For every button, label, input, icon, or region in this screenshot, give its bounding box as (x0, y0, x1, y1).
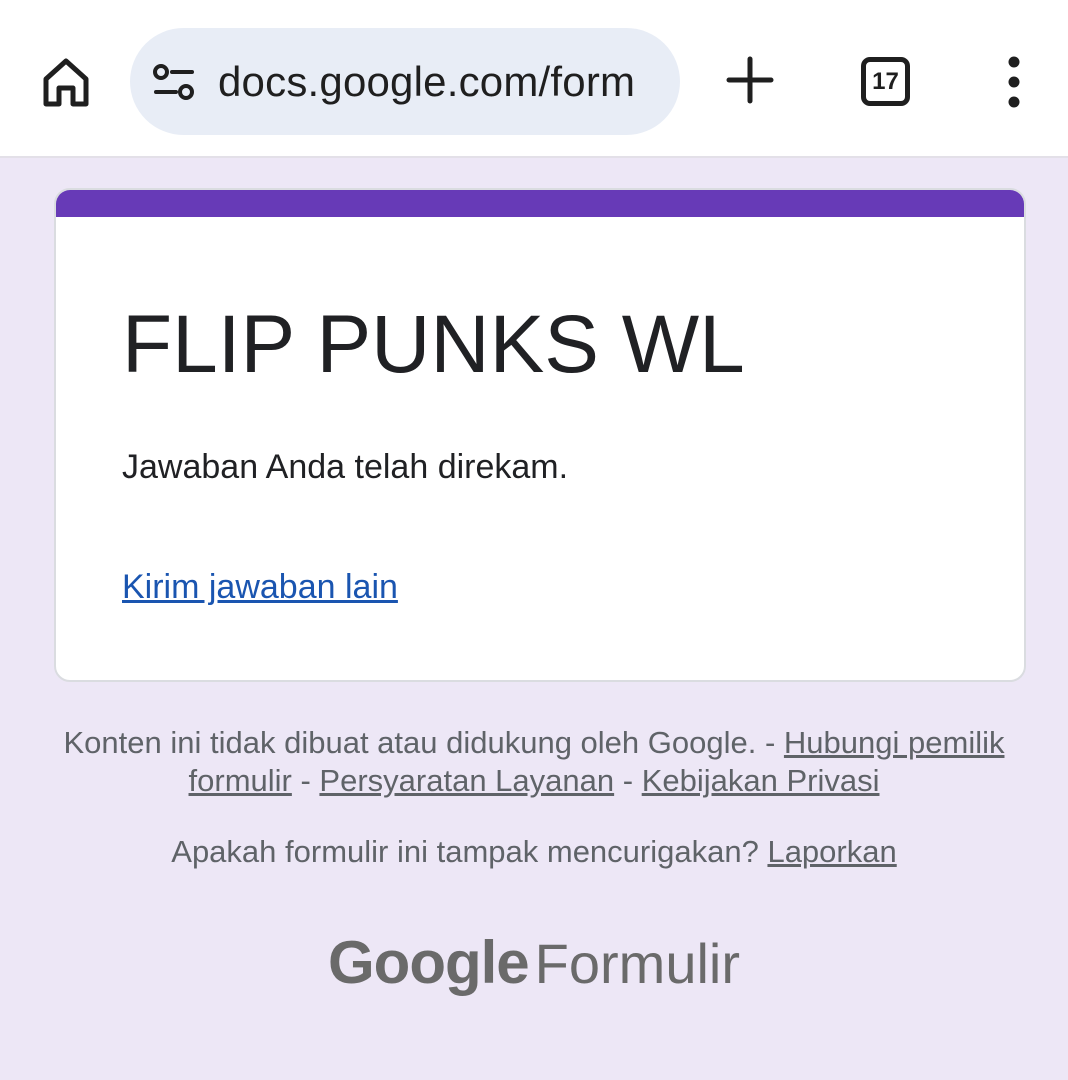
more-menu-button[interactable] (996, 52, 1032, 112)
tab-switcher-icon[interactable]: 17 (861, 57, 910, 106)
report-link[interactable]: Laporkan (767, 834, 896, 869)
privacy-link[interactable]: Kebijakan Privasi (642, 763, 880, 798)
home-button[interactable] (38, 54, 94, 110)
report-question: Apakah formulir ini tampak mencurigakan? (171, 834, 759, 869)
separator: - (614, 763, 642, 798)
submit-another-response-link[interactable]: Kirim jawaban lain (122, 568, 398, 607)
form-title: FLIP PUNKS WL (122, 299, 745, 390)
terms-link[interactable]: Persyaratan Layanan (319, 763, 614, 798)
url-text[interactable]: docs.google.com/form (218, 58, 635, 106)
product-wordmark: Formulir (534, 932, 740, 995)
tab-count: 17 (872, 67, 899, 95)
tune-icon[interactable] (152, 64, 196, 100)
report-section: Apakah formulir ini tampak mencurigakan?… (60, 833, 1008, 871)
disclaimer-text: Konten ini tidak dibuat atau didukung ol… (63, 725, 757, 760)
more-vert-icon (1008, 56, 1020, 108)
address-bar[interactable]: docs.google.com/form (130, 28, 680, 135)
footer-disclaimer: Konten ini tidak dibuat atau didukung ol… (60, 724, 1008, 800)
plus-icon (726, 56, 774, 104)
confirmation-card: FLIP PUNKS WL Jawaban Anda telah direkam… (54, 188, 1026, 682)
confirmation-message: Jawaban Anda telah direkam. (122, 448, 569, 486)
separator: - (291, 763, 320, 798)
browser-toolbar: docs.google.com/form 17 (0, 0, 1068, 158)
new-tab-button[interactable] (722, 52, 778, 108)
google-forms-logo[interactable]: Google Formulir (0, 928, 1068, 1008)
google-wordmark: Google (328, 929, 530, 996)
separator: - (756, 725, 784, 760)
home-icon (43, 58, 89, 107)
card-accent-bar (56, 190, 1024, 217)
